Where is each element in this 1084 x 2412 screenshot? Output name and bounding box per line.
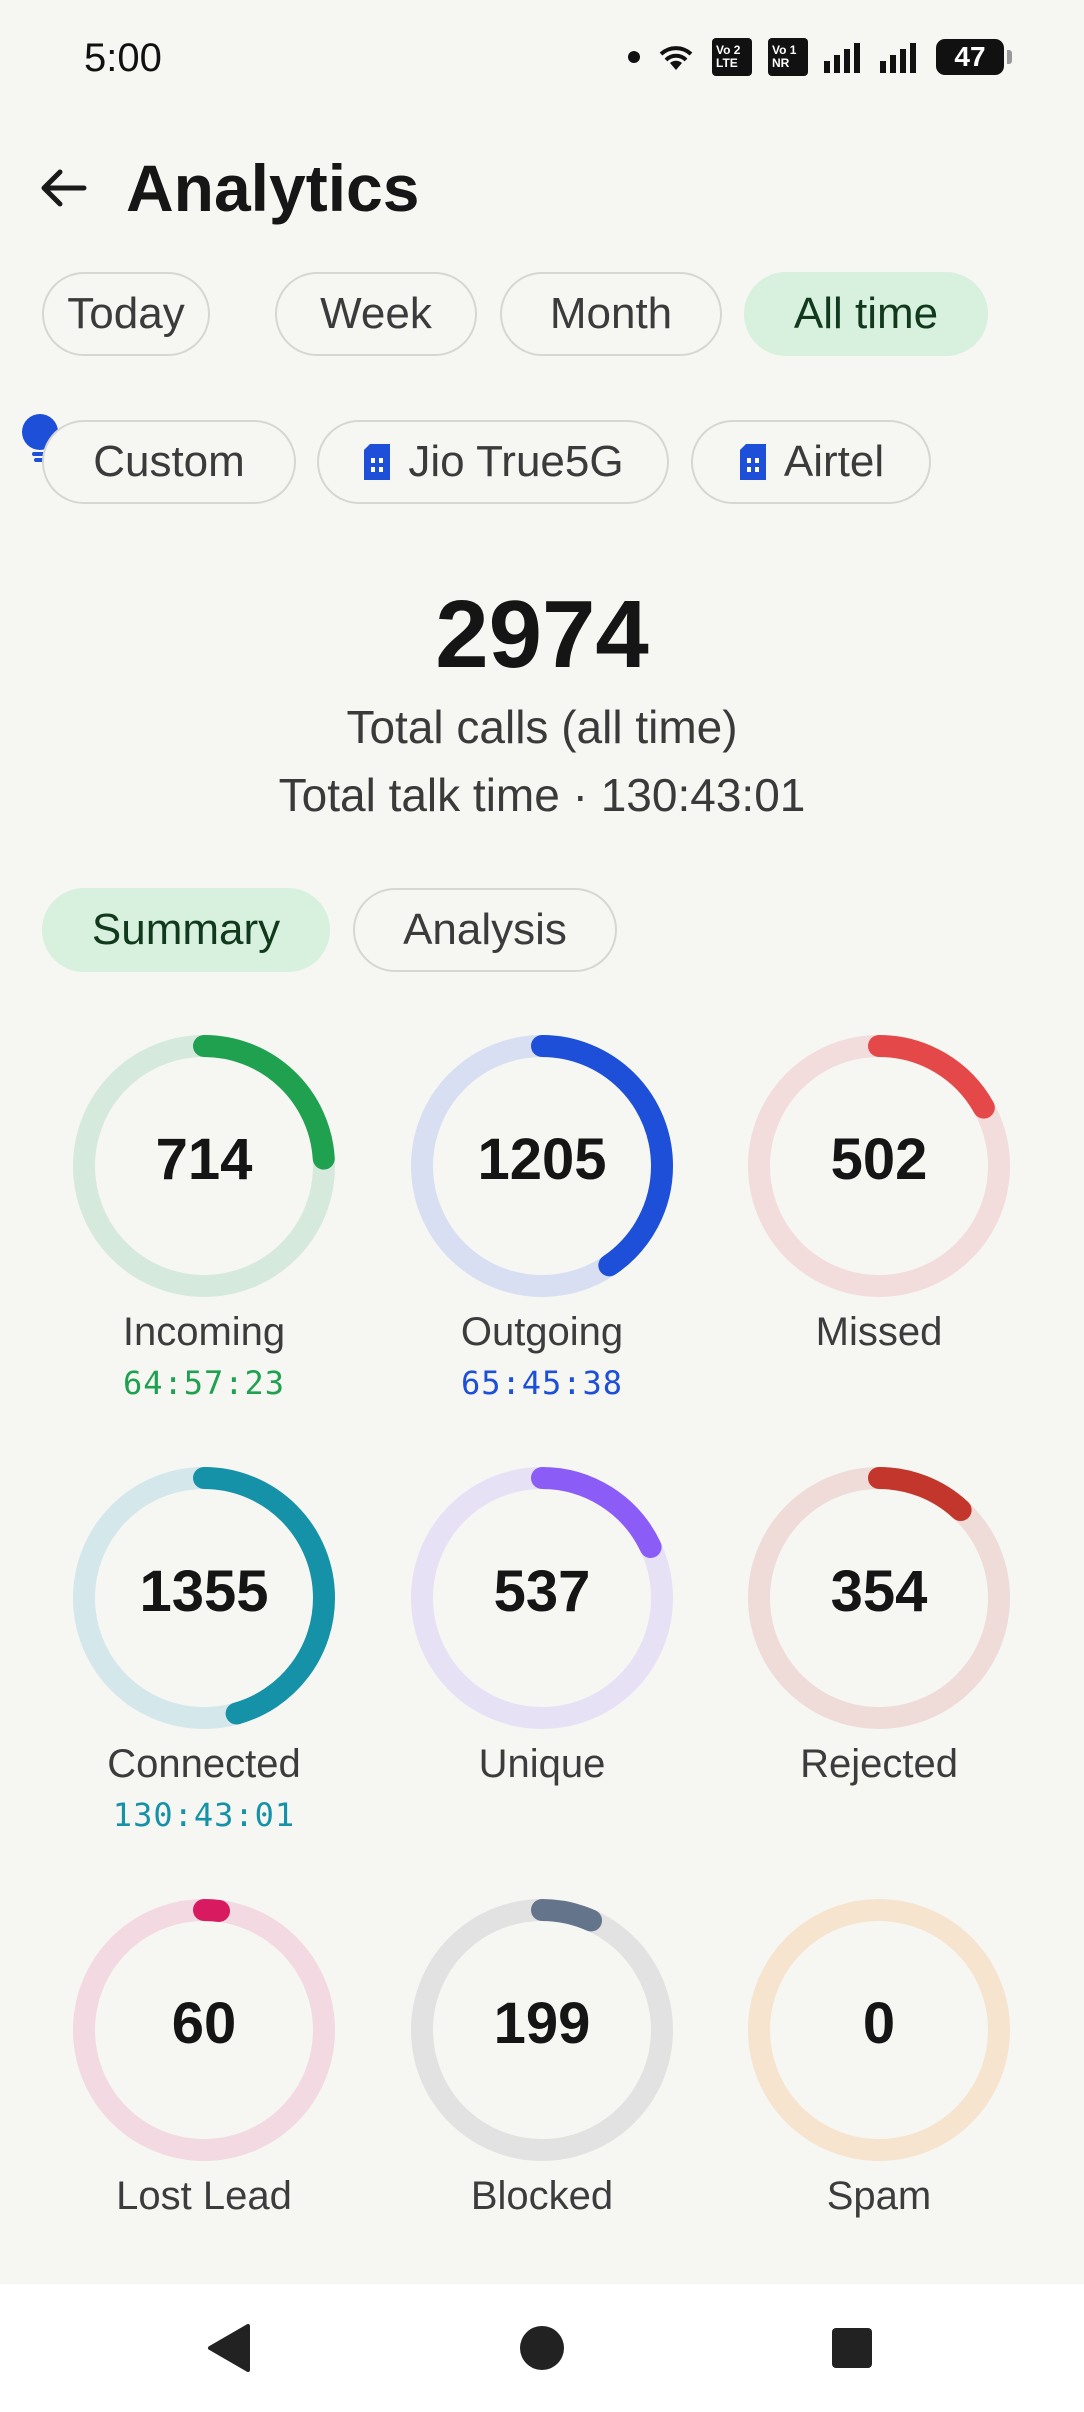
status-icons: Vo 2 LTE Vo 1 NR 47 xyxy=(628,38,1012,76)
chip-sim-airtel-label: Airtel xyxy=(783,437,885,486)
nav-back-icon[interactable] xyxy=(198,2316,262,2380)
stat-value: 60 xyxy=(171,1991,237,2056)
stat-label: Missed xyxy=(815,1310,943,1354)
stat-label: Outgoing xyxy=(460,1310,624,1354)
status-bar: 5:00 Vo 2 LTE Vo 1 NR 47 xyxy=(0,0,1084,126)
chip-sim-airtel[interactable]: Airtel xyxy=(691,420,931,504)
stat-value: 1355 xyxy=(139,1559,269,1624)
stat-label: Incoming xyxy=(122,1310,286,1354)
sim1-volte-icon: Vo 2 LTE xyxy=(712,38,752,76)
stat-value: 199 xyxy=(493,1991,591,2056)
analytics-screen: 5:00 Vo 2 LTE Vo 1 NR 47 Analytics Today… xyxy=(0,0,1084,2412)
chip-today[interactable]: Today xyxy=(42,272,210,356)
sim2-volte-line2: NR xyxy=(772,56,790,70)
stat-value: 1205 xyxy=(477,1127,607,1192)
stat-spam[interactable]: 0 Spam xyxy=(729,1898,1029,2278)
wifi-icon xyxy=(659,46,693,70)
stat-label: Rejected xyxy=(800,1742,958,1786)
tab-summary[interactable]: Summary xyxy=(42,888,330,972)
signal-2-icon xyxy=(880,43,916,73)
sim2-volte-icon: Vo 1 NR xyxy=(768,38,808,76)
stat-blocked[interactable]: 199 Blocked xyxy=(392,1898,692,2278)
stat-duration: 130:43:01 xyxy=(112,1796,296,1834)
nav-home-icon[interactable] xyxy=(510,2316,574,2380)
sim1-volte-line2: LTE xyxy=(716,56,738,70)
stat-label: Lost Lead xyxy=(116,2174,292,2218)
chip-sim-jio[interactable]: Jio True5G xyxy=(317,420,669,504)
chip-all-time[interactable]: All time xyxy=(744,272,988,356)
stat-label: Connected xyxy=(107,1742,301,1786)
total-talk-time: Total talk time · 130:43:01 xyxy=(278,769,806,821)
stat-value: 537 xyxy=(493,1559,591,1624)
notification-dot-icon xyxy=(628,51,640,63)
signal-1-icon xyxy=(824,43,860,73)
stat-value: 714 xyxy=(155,1127,253,1192)
stat-value: 354 xyxy=(830,1559,928,1624)
stat-label: Blocked xyxy=(470,2174,614,2218)
sim-card-icon xyxy=(739,444,766,480)
stat-lost-lead[interactable]: 60 Lost Lead xyxy=(54,1898,354,2278)
chip-month[interactable]: Month xyxy=(500,272,722,356)
stat-unique[interactable]: 537 Unique xyxy=(392,1466,692,1846)
back-arrow-icon[interactable] xyxy=(36,160,92,216)
stat-value: 502 xyxy=(830,1127,928,1192)
stat-label: Spam xyxy=(826,2174,932,2218)
stat-incoming[interactable]: 714 Incoming 64:57:23 xyxy=(54,1034,354,1414)
chip-sim-jio-label: Jio True5G xyxy=(408,437,624,486)
page-title: Analytics xyxy=(126,151,420,225)
chip-custom[interactable]: Custom xyxy=(42,420,296,504)
tab-analysis[interactable]: Analysis xyxy=(353,888,617,972)
system-nav-bar xyxy=(0,2284,1084,2412)
stat-missed[interactable]: 502 Missed xyxy=(729,1034,1029,1414)
stat-value: 0 xyxy=(862,1991,896,2056)
status-time: 5:00 xyxy=(84,36,162,80)
battery-icon: 47 xyxy=(936,39,1012,75)
stat-duration: 64:57:23 xyxy=(122,1364,286,1402)
stat-outgoing[interactable]: 1205 Outgoing 65:45:38 xyxy=(392,1034,692,1414)
stat-rejected[interactable]: 354 Rejected xyxy=(729,1466,1029,1846)
sim-card-icon xyxy=(364,444,391,480)
stat-connected[interactable]: 1355 Connected 130:43:01 xyxy=(54,1466,354,1846)
nav-recents-icon[interactable] xyxy=(820,2316,884,2380)
total-calls-count: 2974 xyxy=(435,581,649,688)
chip-week[interactable]: Week xyxy=(275,272,477,356)
stat-label: Unique xyxy=(478,1742,606,1786)
total-calls-label: Total calls (all time) xyxy=(346,701,738,753)
stat-duration: 65:45:38 xyxy=(460,1364,624,1402)
